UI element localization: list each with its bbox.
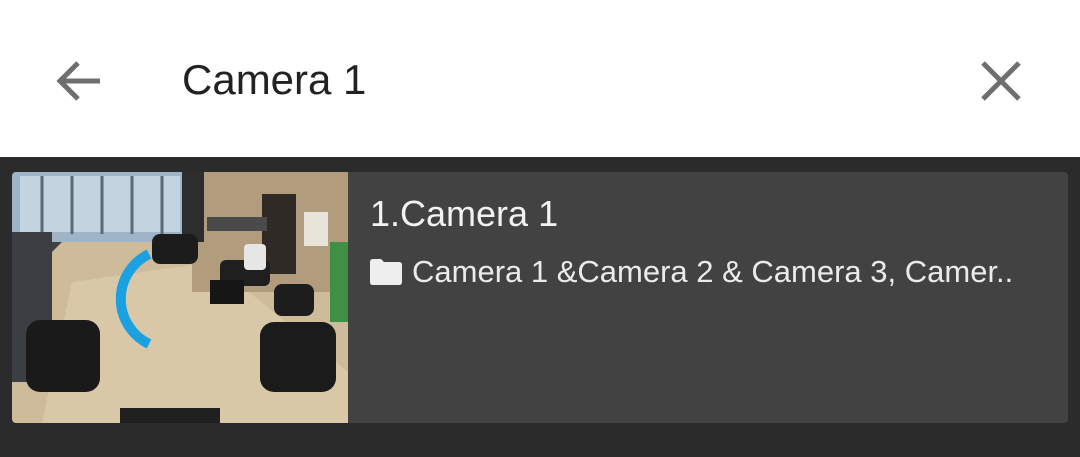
- back-button[interactable]: [40, 42, 118, 120]
- folder-icon: [370, 259, 402, 285]
- list-item[interactable]: 1.Camera 1 Camera 1 &Camera 2 & Camera 3…: [12, 172, 1068, 423]
- clear-search-button[interactable]: [962, 42, 1040, 120]
- folder-path-text: Camera 1 &Camera 2 & Camera 3, Camer..: [412, 254, 1014, 289]
- close-icon: [981, 61, 1021, 101]
- search-results-list: 1.Camera 1 Camera 1 &Camera 2 & Camera 3…: [0, 157, 1080, 457]
- search-bar: Camera 1: [0, 0, 1080, 157]
- camera-folder-path: Camera 1 &Camera 2 & Camera 3, Camer..: [370, 252, 1060, 292]
- search-input[interactable]: Camera 1: [182, 52, 366, 108]
- camera-thumbnail: [12, 172, 348, 423]
- camera-title: 1.Camera 1: [370, 193, 559, 234]
- arrow-left-icon: [56, 61, 100, 101]
